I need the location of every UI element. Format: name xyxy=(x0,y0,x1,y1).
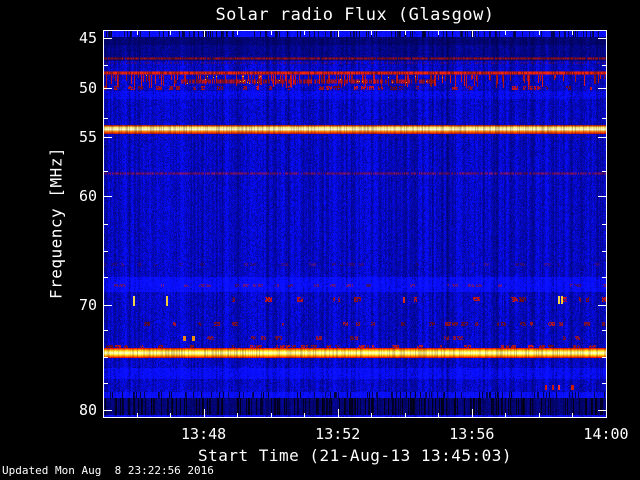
spectrogram-plot xyxy=(103,30,607,418)
y-tick-label: 80 xyxy=(78,401,97,420)
x-tick-label: 13:56 xyxy=(449,425,495,443)
x-axis-label: Start Time (21-Aug-13 13:45:03) xyxy=(197,446,513,465)
x-tick-label: 13:48 xyxy=(181,425,227,443)
y-tick-label: 60 xyxy=(78,187,97,206)
y-axis-label: Frequency [MHz] xyxy=(46,147,66,299)
screenshot-root: Solar radio Flux (Glasgow) Frequency [MH… xyxy=(0,0,640,480)
y-tick-label: 70 xyxy=(78,296,97,314)
y-tick-label: 55 xyxy=(78,128,97,146)
y-tick-label: 45 xyxy=(78,29,97,47)
y-tick-label: 50 xyxy=(78,79,97,97)
x-tick-label: 13:52 xyxy=(315,425,361,443)
chart-title: Solar radio Flux (Glasgow) xyxy=(215,5,495,25)
updated-timestamp: Updated Mon Aug 8 23:22:56 2016 xyxy=(2,464,214,477)
x-tick-label: 14:00 xyxy=(583,425,629,443)
